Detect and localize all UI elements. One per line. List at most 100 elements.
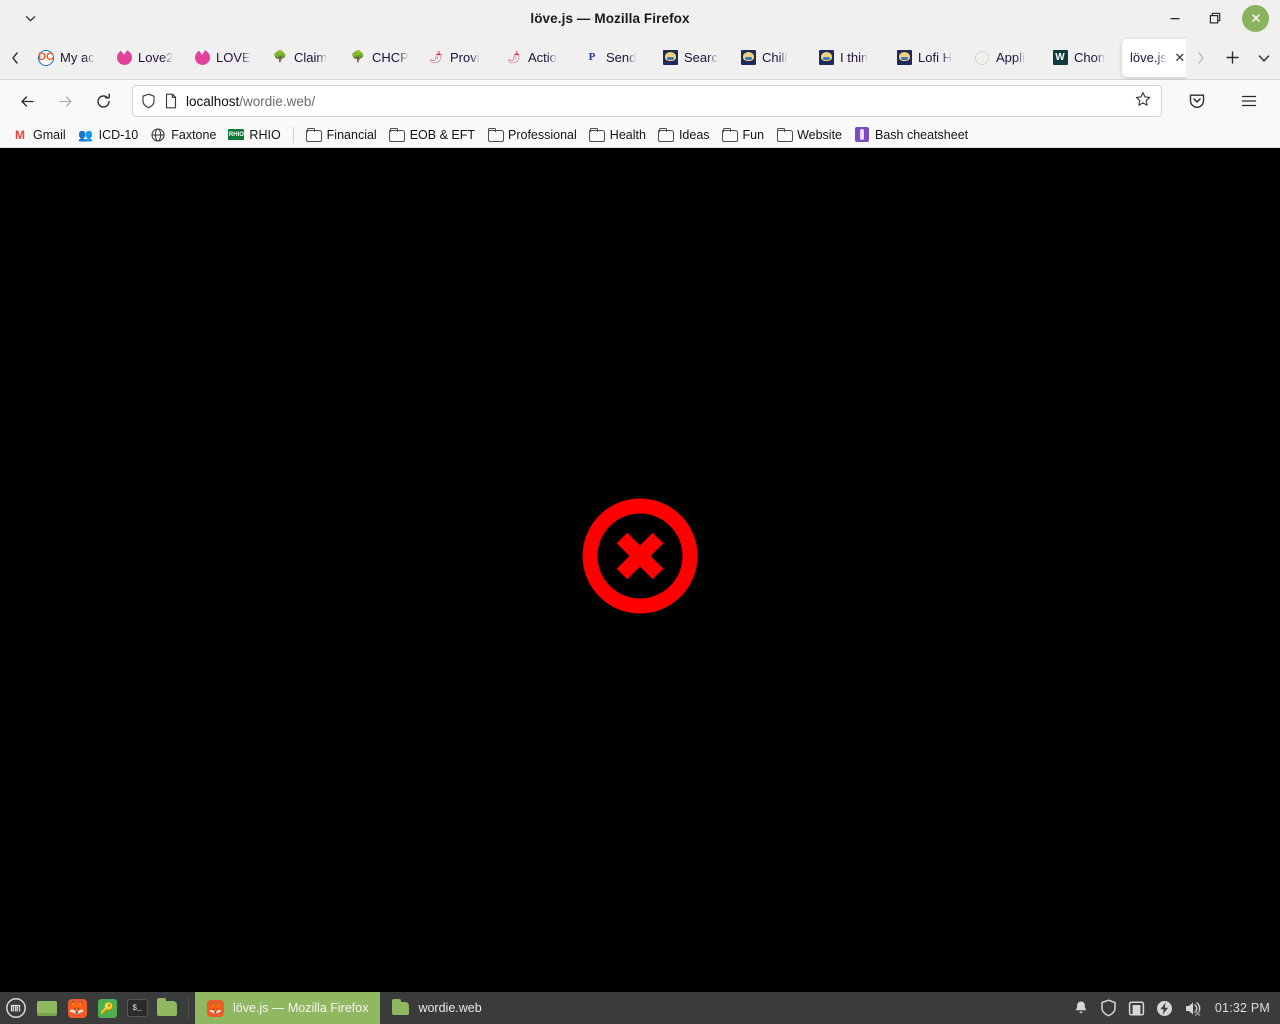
shield-icon[interactable] (141, 93, 156, 109)
restore-button[interactable] (1202, 5, 1228, 31)
navigation-toolbar: localhost/wordie.web/ (0, 80, 1280, 122)
list-all-tabs-icon[interactable] (17, 6, 43, 30)
folder-icon (392, 998, 410, 1015)
bookmark-item[interactable]: EOB & EFT (383, 125, 481, 145)
shield-icon[interactable] (1100, 999, 1117, 1017)
tab[interactable]: Love2 (108, 39, 186, 77)
bookmark-label: Website (797, 127, 843, 142)
tab[interactable]: DC My ac (30, 39, 108, 77)
pocket-icon[interactable] (1180, 85, 1214, 117)
hamburger-menu-icon[interactable] (1232, 85, 1266, 117)
files-launcher-icon[interactable] (153, 992, 181, 1024)
back-button[interactable] (10, 85, 44, 117)
tab[interactable]: Searc (654, 39, 732, 77)
system-taskbar: 🦊 🔑 $_ 🦊 löve.js — Mozilla Firefox wordi… (0, 992, 1280, 1024)
globe-icon (150, 127, 166, 143)
power-icon[interactable] (1156, 1000, 1173, 1017)
tab-label: Actio (528, 50, 557, 65)
bookmark-label: Gmail (33, 127, 66, 142)
bookmark-item[interactable]: Financial (300, 125, 383, 145)
tab-close-icon[interactable]: ✕ (1173, 50, 1186, 65)
page-info-icon[interactable] (164, 93, 178, 109)
tab[interactable]: 🌶 Actio (498, 39, 576, 77)
new-tab-button[interactable] (1216, 36, 1248, 80)
tab-strip: DC My ac Love2 LOVE 🌳 Claim 🌳 CHCP 🌶 Provi 🌶 Actio P… (0, 36, 1280, 80)
bookmark-label: Financial (326, 127, 377, 142)
url-bar[interactable]: localhost/wordie.web/ (132, 85, 1162, 117)
window-title-bar: löve.js — Mozilla Firefox (0, 0, 1280, 36)
tab-label: Provi (450, 50, 480, 65)
bookmark-item[interactable]: Health (583, 125, 652, 145)
close-button[interactable] (1242, 4, 1269, 32)
tab[interactable]: Appli (966, 39, 1044, 77)
reload-button[interactable] (86, 85, 120, 117)
folder-icon (487, 127, 504, 143)
tab[interactable]: 🌳 CHCP (342, 39, 420, 77)
key-launcher-icon[interactable]: 🔑 (93, 992, 121, 1024)
anime-favicon (662, 50, 678, 66)
tab[interactable]: Chill (732, 39, 810, 77)
bookmark-label: ICD-10 (98, 127, 139, 142)
display-icon[interactable] (1128, 1000, 1145, 1017)
bookmark-label: Professional (508, 127, 577, 142)
show-desktop-icon[interactable] (33, 992, 61, 1024)
bookmark-label: Faxtone (171, 127, 217, 142)
bookmark-item[interactable]: Fun (716, 125, 771, 145)
volume-muted-icon[interactable] (1184, 1000, 1204, 1017)
bookmark-item[interactable]: Faxtone (144, 125, 222, 145)
bookmark-item[interactable]: Bash cheatsheet (848, 125, 974, 145)
bookmark-item[interactable]: 👥 ICD-10 (72, 125, 145, 145)
bookmark-label: Bash cheatsheet (875, 127, 969, 142)
notification-bell-icon[interactable] (1073, 1000, 1089, 1017)
bookmark-star-icon[interactable] (1135, 91, 1151, 112)
bookmark-item[interactable]: Ideas (652, 125, 716, 145)
taskbar-window-firefox[interactable]: 🦊 löve.js — Mozilla Firefox (195, 992, 381, 1024)
minimize-button[interactable] (1162, 5, 1188, 31)
folder-icon (589, 127, 606, 143)
tab[interactable]: I thin (810, 39, 888, 77)
bookmark-item[interactable]: Website (770, 125, 848, 145)
system-tray: 01:32 PM (1073, 999, 1280, 1017)
tab[interactable]: 🌳 Claim (264, 39, 342, 77)
taskbar-clock: 01:32 PM (1214, 1001, 1270, 1015)
taskbar-divider (188, 997, 189, 1019)
tab[interactable]: W Chon (1044, 39, 1122, 77)
tree-favicon: 🌳 (351, 51, 365, 63)
tab-label: Lofi H (918, 50, 952, 65)
loading-favicon (974, 50, 990, 66)
forward-button[interactable] (48, 85, 82, 117)
tab-overflow-menu-icon[interactable] (1248, 36, 1280, 80)
firefox-launcher-icon[interactable]: 🦊 (63, 992, 91, 1024)
folder-icon (776, 127, 793, 143)
terminal-launcher-icon[interactable]: $_ (123, 992, 151, 1024)
mint-menu-button[interactable] (0, 992, 32, 1024)
scroll-tabs-left-icon[interactable] (0, 36, 30, 80)
taskbar-window-label: wordie.web (418, 1001, 482, 1015)
tree-favicon: 🌳 (273, 51, 287, 63)
tab-active[interactable]: löve.js ✕ (1122, 38, 1186, 77)
tab[interactable]: Lofi H (888, 39, 966, 77)
bash-icon (854, 127, 870, 143)
tab[interactable]: P Send (576, 39, 654, 77)
taskbar-window-files[interactable]: wordie.web (380, 992, 493, 1024)
url-text[interactable]: localhost/wordie.web/ (186, 94, 1127, 109)
love-favicon (194, 48, 210, 66)
bookmark-item[interactable]: M Gmail (6, 125, 72, 145)
bookmarks-toolbar: M Gmail 👥 ICD-10 Faxtone RHIO RHIO Financial EOB… (0, 122, 1280, 148)
bookmark-item[interactable]: RHIO RHIO (222, 125, 286, 145)
tab-label: CHCP (372, 50, 409, 65)
icd10-icon: 👥 (78, 127, 94, 142)
folder-icon (658, 127, 675, 143)
tab-label: Appli (996, 50, 1025, 65)
tab[interactable]: LOVE (186, 39, 264, 77)
error-indicator (580, 496, 700, 621)
love-favicon (116, 48, 132, 66)
bookmark-item[interactable]: Professional (481, 125, 583, 145)
tab-label: Love2 (138, 50, 174, 65)
tab[interactable]: 🌶 Provi (420, 39, 498, 77)
tab-label: löve.js (1130, 50, 1167, 65)
anime-favicon (740, 50, 756, 66)
page-content (0, 148, 1280, 992)
url-path: /wordie.web/ (239, 93, 316, 109)
scroll-tabs-right-icon[interactable] (1186, 36, 1216, 80)
